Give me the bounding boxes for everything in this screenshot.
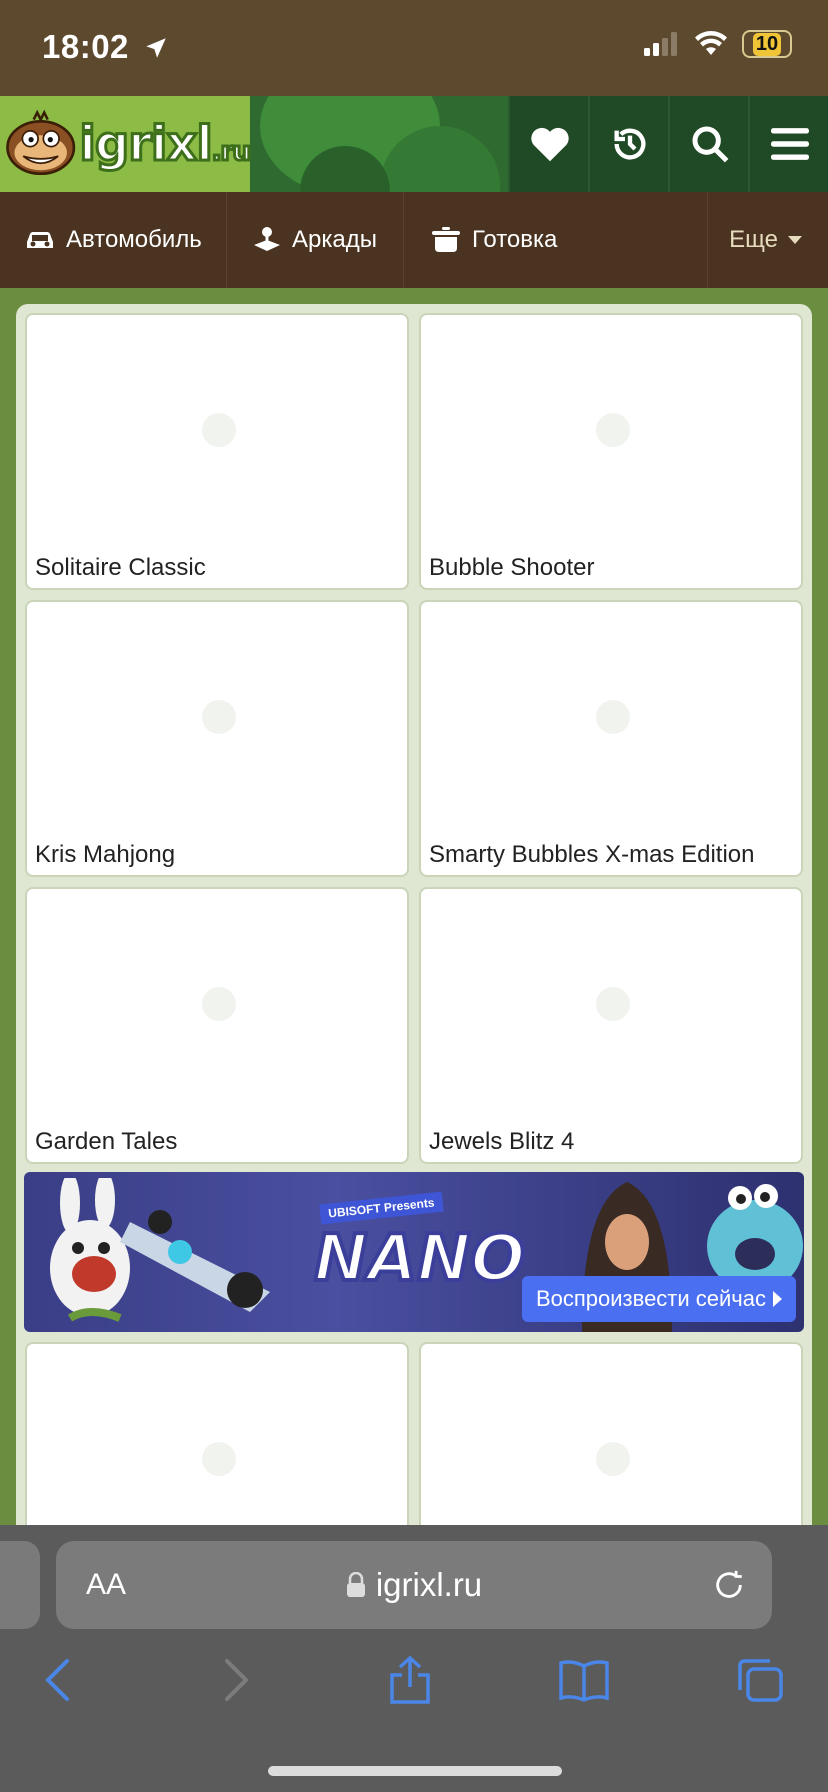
ad-banner[interactable]: UBISOFT Presents NANO Воспроизвести сейч… (24, 1172, 804, 1332)
loading-placeholder (202, 987, 236, 1021)
history-icon (614, 128, 646, 160)
battery-indicator: 10 (742, 30, 792, 58)
game-card[interactable]: Jewels Blitz 4 (419, 887, 803, 1164)
car-icon (27, 232, 53, 248)
loading-placeholder (596, 987, 630, 1021)
reload-icon (716, 1570, 742, 1598)
loading-placeholder (596, 700, 630, 734)
loading-placeholder (202, 1442, 236, 1476)
category-cooking[interactable]: Готовка (430, 192, 557, 288)
lock-icon (346, 1572, 365, 1597)
loading-placeholder (596, 413, 630, 447)
signal-icon (644, 32, 677, 56)
ad-play-now-button[interactable]: Воспроизвести сейчас (521, 1276, 796, 1322)
loading-placeholder (202, 700, 236, 734)
hamburger-menu-icon (771, 128, 809, 160)
caret-down-icon (788, 236, 802, 244)
game-card[interactable]: Garden Tales (25, 887, 409, 1164)
search-button[interactable] (668, 96, 750, 192)
menu-button[interactable] (748, 96, 828, 192)
ubisoft-presents-label: UBISOFT Presents (319, 1191, 444, 1225)
game-card[interactable]: Smarty Bubbles X-mas Edition (419, 600, 803, 877)
address-bar[interactable]: AA igrixl.ru (56, 1541, 772, 1629)
game-title: Smarty Bubbles X-mas Edition (429, 841, 755, 868)
nano-logo: NANO (312, 1220, 527, 1298)
battery-percent: 10 (752, 32, 782, 56)
book-icon (559, 1660, 609, 1702)
bookmarks-button[interactable] (554, 1652, 614, 1708)
home-indicator[interactable] (268, 1766, 562, 1776)
ad-cta-label: Воспроизвести сейчас (535, 1286, 766, 1311)
category-arcade[interactable]: Аркады (252, 192, 377, 288)
previous-tab-preview[interactable] (0, 1541, 40, 1629)
chevron-right-icon (225, 1659, 249, 1701)
back-button[interactable] (28, 1652, 88, 1708)
game-title: Bubble Shooter (429, 554, 595, 581)
tabs-icon (738, 1659, 783, 1702)
logo-wordmark: igrixl.ru (78, 115, 253, 174)
more-categories-button[interactable]: Еще (729, 192, 802, 288)
game-title: Kris Mahjong (35, 841, 176, 868)
loading-placeholder (596, 1442, 630, 1476)
game-title: Jewels Blitz 4 (429, 1128, 575, 1155)
reload-button[interactable] (712, 1567, 746, 1608)
category-label: Готовка (472, 226, 558, 253)
category-label: Аркады (292, 226, 377, 253)
joystick-icon (254, 227, 280, 251)
forward-button[interactable] (206, 1652, 266, 1708)
tabs-button[interactable] (730, 1652, 790, 1708)
game-card[interactable]: Kris Mahjong (25, 600, 409, 877)
kart-icon (120, 1210, 270, 1312)
heart-icon (531, 127, 569, 162)
caret-right-icon (773, 1291, 782, 1307)
category-nav: Автомобиль Аркады Готовка Еще (0, 192, 828, 288)
game-card[interactable]: Solitaire Classic (25, 313, 409, 590)
category-cars[interactable]: Автомобиль (24, 192, 202, 288)
game-title: Solitaire Classic (35, 554, 206, 581)
chevron-left-icon (45, 1659, 69, 1701)
search-icon (692, 126, 729, 163)
game-card[interactable]: Bubble Shooter (419, 313, 803, 590)
site-logo[interactable]: igrixl.ru (0, 96, 253, 192)
history-button[interactable] (588, 96, 670, 192)
monkey-logo-icon (6, 109, 76, 176)
wifi-icon (695, 31, 727, 55)
url-display[interactable]: igrixl.ru (56, 1541, 772, 1629)
game-title: Garden Tales (35, 1128, 178, 1155)
share-icon (390, 1655, 430, 1704)
site-header: igrixl.ru (0, 96, 828, 192)
category-label: Автомобиль (66, 226, 202, 253)
cooking-pot-icon (432, 227, 460, 252)
more-label: Еще (729, 226, 778, 253)
share-button[interactable] (380, 1652, 440, 1708)
loading-placeholder (202, 413, 236, 447)
status-bar: 18:02 10 (0, 0, 828, 96)
favorites-button[interactable] (508, 96, 590, 192)
location-arrow-icon (145, 38, 166, 58)
status-time: 18:02 (42, 28, 169, 66)
url-text: igrixl.ru (375, 1566, 483, 1603)
